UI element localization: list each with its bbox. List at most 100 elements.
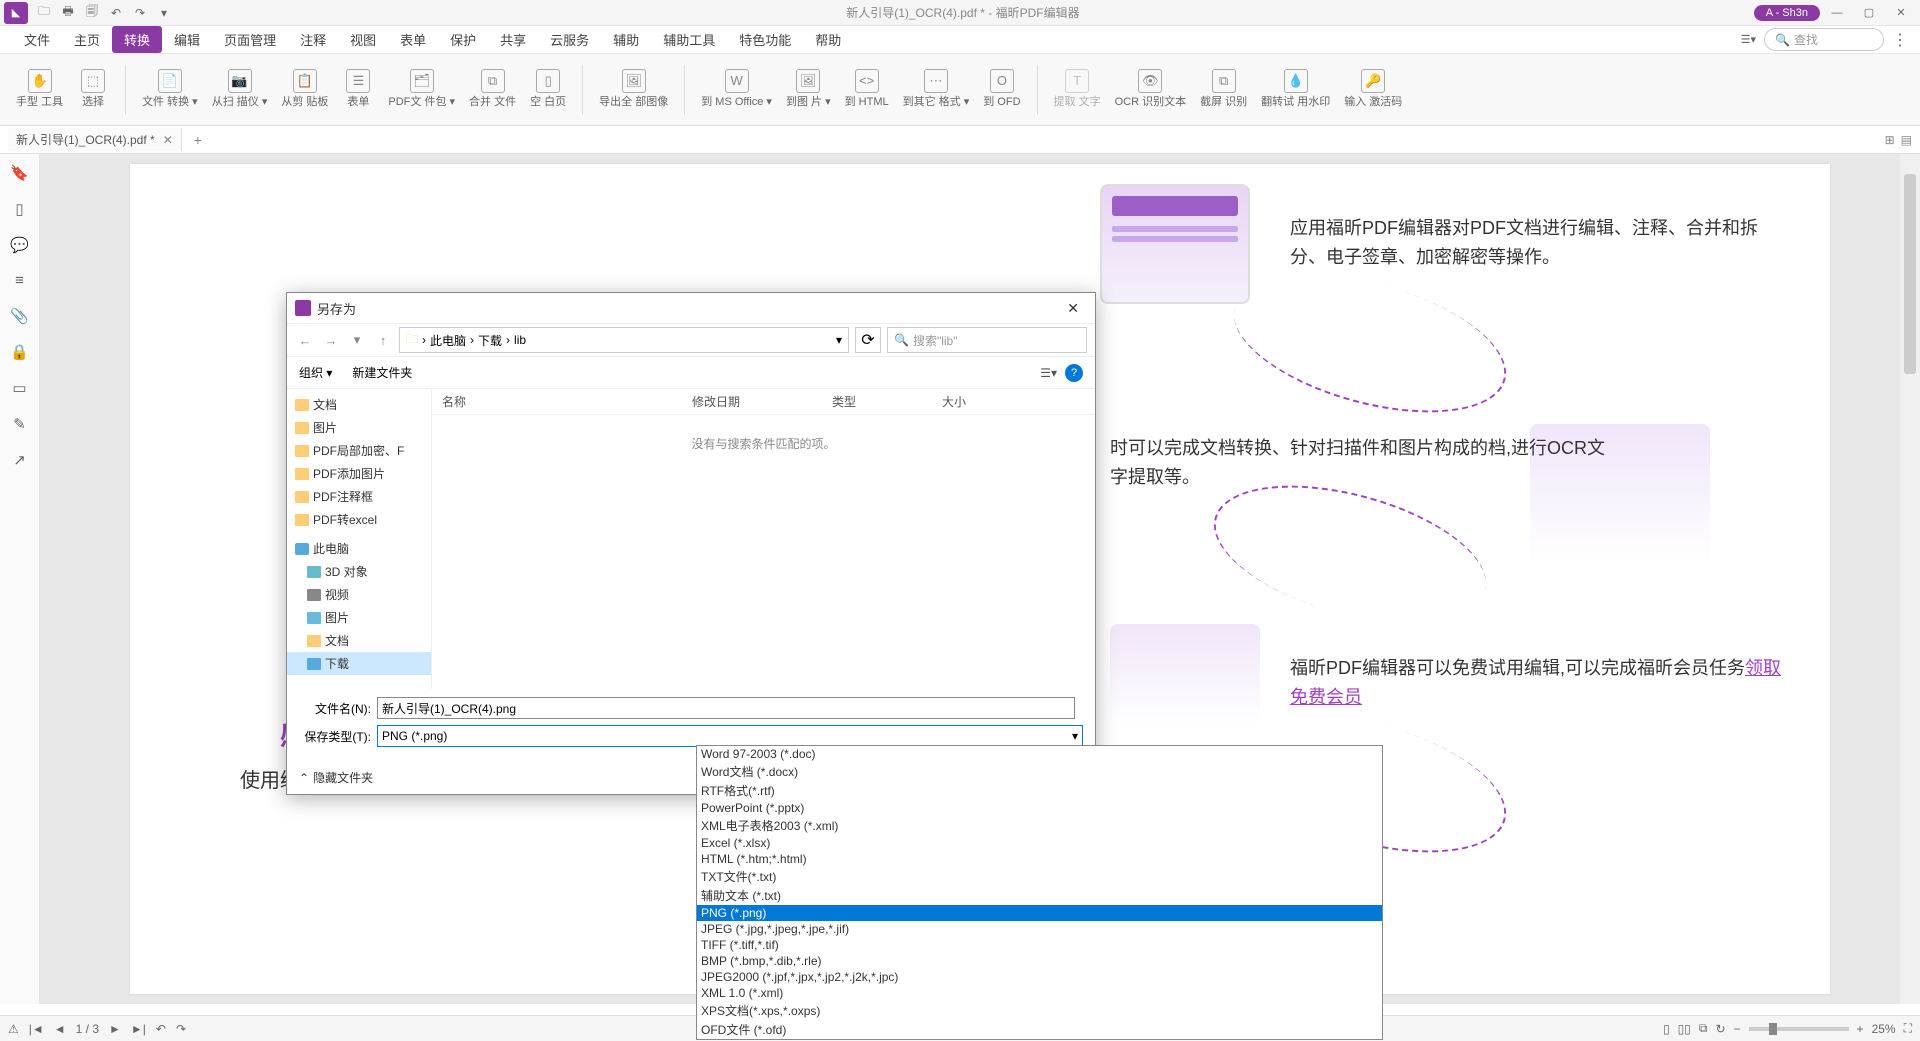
menu-page[interactable]: 页面管理	[212, 26, 288, 53]
dropdown-option[interactable]: XML 1.0 (*.xml)	[697, 985, 1382, 1001]
ribbon-watermark-trial[interactable]: 💧翻转试 用水印	[1257, 67, 1334, 111]
tab-close-icon[interactable]: ✕	[163, 133, 173, 147]
bookmark-icon[interactable]: 🔖	[10, 164, 29, 182]
redo-icon[interactable]: ↷	[132, 5, 148, 21]
vertical-scrollbar[interactable]	[1900, 154, 1920, 1004]
organize-button[interactable]: 组织 ▾	[299, 364, 332, 381]
ribbon-from-scanner[interactable]: 📷从扫 描仪 ▾	[208, 67, 272, 111]
view-facing-icon[interactable]: ⧉	[1699, 1021, 1708, 1036]
dropdown-option[interactable]: OFD文件 (*.ofd)	[697, 1020, 1382, 1039]
undo-icon[interactable]: ↶	[108, 5, 124, 21]
dropdown-option[interactable]: RTF格式(*.rtf)	[697, 781, 1382, 800]
ribbon-to-other[interactable]: ⋯到其它 格式 ▾	[899, 67, 974, 111]
dropdown-option[interactable]: Word文档 (*.docx)	[697, 762, 1382, 781]
close-button[interactable]: ✕	[1886, 3, 1916, 23]
search-input[interactable]: 🔍 查找	[1764, 28, 1884, 51]
dropdown-option[interactable]: BMP (*.bmp,*.dib,*.rle)	[697, 953, 1382, 969]
ribbon-to-msoffice[interactable]: W到 MS Office ▾	[697, 67, 776, 111]
menu-home[interactable]: 主页	[62, 26, 112, 53]
collapse-ribbon-icon[interactable]: ⋮	[1892, 30, 1908, 50]
prev-page-button[interactable]: ◄	[54, 1022, 66, 1036]
menu-cloud[interactable]: 云服务	[538, 26, 601, 53]
ribbon-ocr[interactable]: 👁OCR 识别文本	[1111, 67, 1191, 111]
menu-share[interactable]: 共享	[488, 26, 538, 53]
user-badge[interactable]: A - Sh3n	[1754, 5, 1820, 21]
next-page-button[interactable]: ►	[109, 1022, 121, 1036]
minimize-button[interactable]: —	[1822, 3, 1852, 23]
zoom-value[interactable]: 25%	[1872, 1022, 1896, 1036]
ribbon-merge[interactable]: ⧉合并 文件	[465, 67, 520, 111]
col-date[interactable]: 修改日期	[682, 393, 822, 410]
col-name[interactable]: 名称	[432, 393, 682, 410]
comments-icon[interactable]: 💬	[10, 236, 29, 254]
zoom-in-button[interactable]: +	[1857, 1022, 1864, 1036]
menu-annotate[interactable]: 注释	[288, 26, 338, 53]
help-icon[interactable]: ?	[1065, 364, 1083, 382]
menu-form[interactable]: 表单	[388, 26, 438, 53]
ribbon-export-images[interactable]: 🖼导出全 部图像	[595, 67, 672, 111]
add-tab-button[interactable]: +	[194, 132, 202, 148]
menu-convert[interactable]: 转换	[112, 26, 162, 53]
ribbon-activate[interactable]: 🔑输入 激活码	[1340, 67, 1406, 111]
fields-icon[interactable]: ▭	[12, 379, 26, 397]
qat-more-icon[interactable]: ▾	[156, 5, 172, 21]
refresh-button[interactable]: ⟳	[855, 327, 881, 353]
filename-input[interactable]	[377, 697, 1075, 719]
scrollbar-thumb[interactable]	[1904, 174, 1916, 374]
dialog-close-button[interactable]: ✕	[1059, 298, 1087, 319]
ribbon-file-convert[interactable]: 📄文件 转换 ▾	[138, 67, 202, 111]
ribbon-options-icon[interactable]: ☰▾	[1741, 33, 1756, 46]
menu-view[interactable]: 视图	[338, 26, 388, 53]
dropdown-option[interactable]: JPEG2000 (*.jpf,*.jpx,*.jp2,*.j2k,*.jpc)	[697, 969, 1382, 985]
dropdown-option[interactable]: 辅助文本 (*.txt)	[697, 886, 1382, 905]
new-folder-button[interactable]: 新建文件夹	[352, 364, 412, 381]
dropdown-option[interactable]: Excel (*.xlsx)	[697, 835, 1382, 851]
file-list[interactable]: 名称 修改日期 类型 大小 没有与搜索条件匹配的项。	[432, 389, 1095, 689]
dropdown-option[interactable]: PowerPoint (*.pptx)	[697, 800, 1382, 816]
dropdown-option[interactable]: HTML (*.htm;*.html)	[697, 851, 1382, 867]
menu-edit[interactable]: 编辑	[162, 26, 212, 53]
nav-recent-icon[interactable]: ▾	[347, 330, 367, 350]
zoom-slider[interactable]	[1749, 1027, 1849, 1031]
dropdown-option[interactable]: TXT文件(*.txt)	[697, 867, 1382, 886]
maximize-button[interactable]: ▢	[1854, 3, 1884, 23]
zoom-slider-thumb[interactable]	[1769, 1023, 1777, 1035]
ribbon-to-image[interactable]: 🖼到图 片 ▾	[782, 67, 835, 111]
dropdown-option[interactable]: XML电子表格2003 (*.xml)	[697, 816, 1382, 835]
menu-features[interactable]: 特色功能	[727, 26, 803, 53]
security-icon[interactable]: 🔒	[10, 343, 29, 361]
view-single-icon[interactable]: ▯	[1663, 1022, 1670, 1036]
view-mode-icon-1[interactable]: ⊞	[1885, 133, 1895, 147]
ribbon-form[interactable]: ☰表单	[338, 67, 378, 111]
menu-protect[interactable]: 保护	[438, 26, 488, 53]
view-options-icon[interactable]: ☰▾	[1040, 366, 1057, 380]
menu-assisttools[interactable]: 辅助工具	[651, 26, 727, 53]
more-panel-icon[interactable]: ↗	[13, 451, 26, 469]
breadcrumb-path[interactable]: 🗀 ›此电脑 ›下载 ›lib ▾	[399, 327, 849, 353]
open-icon[interactable]: 🗀	[36, 5, 52, 21]
menu-file[interactable]: 文件	[12, 26, 62, 53]
col-size[interactable]: 大小	[932, 393, 976, 410]
status-alert-icon[interactable]: ⚠	[8, 1022, 19, 1036]
ribbon-hand-tool[interactable]: ✋手型 工具	[12, 67, 67, 111]
nav-back-button[interactable]: ←	[295, 330, 315, 350]
ribbon-screenshot-ocr[interactable]: ⧉截屏 识别	[1196, 67, 1251, 111]
nav-forward-button[interactable]: →	[321, 330, 341, 350]
last-page-button[interactable]: ►|	[131, 1022, 146, 1036]
menu-help[interactable]: 帮助	[803, 26, 853, 53]
dropdown-option[interactable]: XPS文档(*.xps,*.oxps)	[697, 1001, 1382, 1020]
view-mode-icon-2[interactable]: ▤	[1901, 133, 1912, 147]
ribbon-from-clipboard[interactable]: 📋从剪 贴板	[277, 67, 332, 111]
folder-search-input[interactable]: 🔍 搜索"lib"	[887, 327, 1087, 353]
print-icon[interactable]: 🗐	[84, 5, 100, 21]
dropdown-option-selected[interactable]: PNG (*.png)	[697, 905, 1382, 921]
dropdown-option[interactable]: TIFF (*.tiff,*.tif)	[697, 937, 1382, 953]
pages-icon[interactable]: ▯	[15, 200, 23, 218]
nav-up-button[interactable]: ↑	[373, 330, 393, 350]
view-rotate-icon[interactable]: ↻	[1715, 1022, 1725, 1036]
ribbon-blank-page[interactable]: ▯空 白页	[526, 67, 570, 111]
savetype-select[interactable]: PNG (*.png) ▾	[377, 725, 1083, 747]
breadcrumb-dropdown-icon[interactable]: ▾	[836, 333, 842, 347]
signature-icon[interactable]: ✎	[13, 415, 26, 433]
ribbon-to-ofd[interactable]: O到 OFD	[979, 67, 1024, 111]
